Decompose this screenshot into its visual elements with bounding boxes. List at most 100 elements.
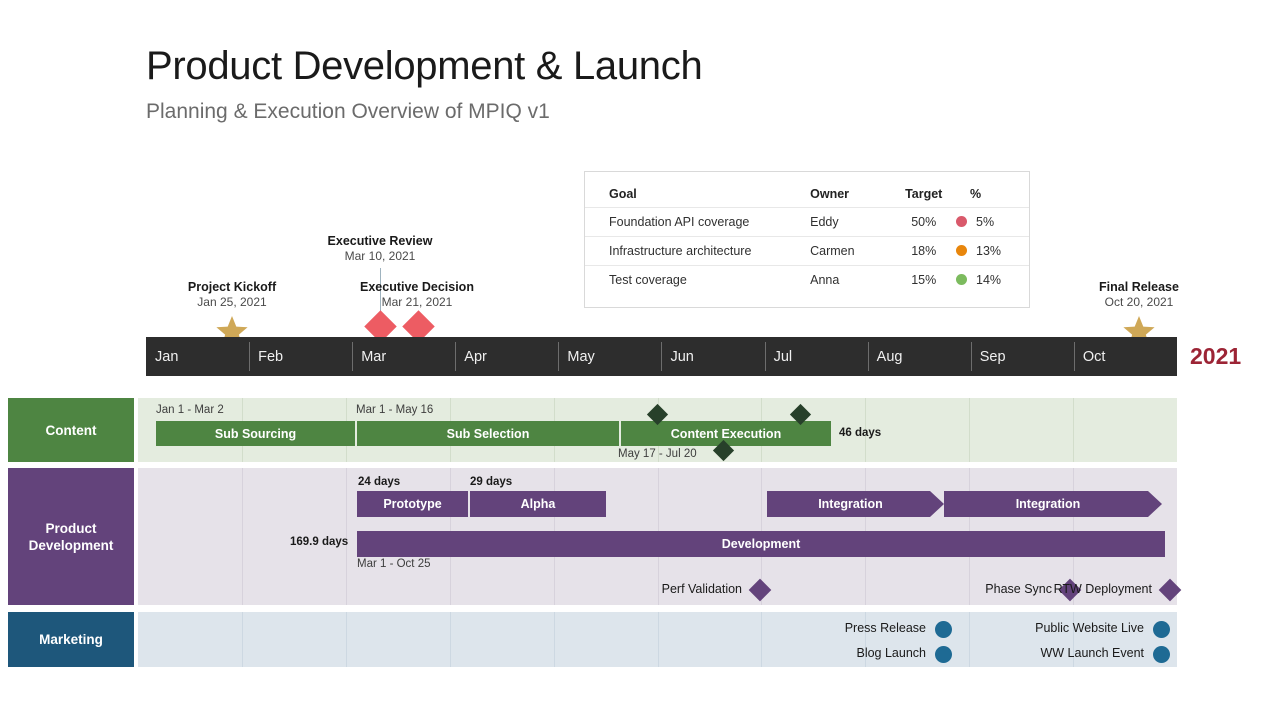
swimlane-label-marketing: Marketing [8,612,134,667]
bar-label: Sub Selection [447,427,530,441]
diamond-icon[interactable] [1159,579,1182,602]
milestone-title: Executive Decision [342,280,492,295]
marker-label: RTW Deployment [1054,582,1152,596]
milestone-date: Jan 25, 2021 [157,295,307,310]
bar-label: Content Execution [671,427,781,441]
axis-month-jun: Jun [661,337,764,376]
axis-month-may: May [558,337,661,376]
goal-cell-pct: 5% [976,215,994,229]
axis-month-oct: Oct [1074,337,1177,376]
marker-press-release[interactable]: Press Release [708,620,952,640]
goal-col-header-target: Target [891,183,956,208]
goal-col-header-goal: Goal [585,183,810,208]
goal-cell-pct-wrap: 14% [956,266,1029,295]
goal-table-row: Test coverage Anna 15% 14% [585,266,1029,295]
marker-rtw-deployment[interactable]: RTW Deployment [928,579,1178,601]
page-subtitle: Planning & Execution Overview of MPIQ v1 [146,100,550,124]
milestone-date: Oct 20, 2021 [1064,295,1214,310]
goal-cell-owner: Anna [810,266,891,295]
milestone-date: Mar 10, 2021 [305,249,455,264]
milestone-date: Mar 21, 2021 [342,295,492,310]
bar-note-sub-selection-dates: Mar 1 - May 16 [356,404,433,416]
circle-icon[interactable] [1153,646,1170,663]
bar-integration-1[interactable]: Integration [767,491,944,517]
swimlane-body-content: Jan 1 - Mar 2 Mar 1 - May 16 Sub Sourcin… [138,398,1177,462]
bar-prototype[interactable]: Prototype [357,491,468,517]
goal-cell-pct-wrap: 5% [956,208,1029,237]
marker-label: Perf Validation [662,582,742,596]
milestone-project-kickoff: Project Kickoff Jan 25, 2021 [157,280,307,310]
circle-icon[interactable] [1153,621,1170,638]
axis-month-jan: Jan [146,337,249,376]
timeline-month-axis: Jan Feb Mar Apr May Jun Jul Aug Sep Oct [146,337,1177,376]
swimlane-label-content: Content [8,398,134,462]
bar-label: Integration [1016,497,1081,511]
bar-label: Prototype [383,497,441,511]
diamond-icon[interactable] [749,579,772,602]
goal-cell-target: 50% [891,208,956,237]
goal-cell-owner: Eddy [810,208,891,237]
milestone-executive-decision: Executive Decision Mar 21, 2021 [342,280,492,310]
marker-perf-validation[interactable]: Perf Validation [528,579,768,601]
bar-integration-2[interactable]: Integration [944,491,1162,517]
marker-ww-launch-event[interactable]: WW Launch Event [928,645,1170,665]
milestone-title: Project Kickoff [157,280,307,295]
axis-month-feb: Feb [249,337,352,376]
timeline-year-label: 2021 [1190,343,1241,370]
goal-table-header-row: Goal Owner Target % [585,183,1029,208]
bar-label: Development [722,537,801,551]
swimlane-body-product-development: 24 days 29 days Prototype Alpha Integrat… [138,468,1177,605]
axis-month-jul: Jul [765,337,868,376]
goal-cell-target: 18% [891,237,956,266]
goal-cell-goal: Test coverage [585,266,810,295]
swimlane-label-line2: Development [29,537,114,554]
axis-month-apr: Apr [455,337,558,376]
goal-cell-goal: Infrastructure architecture [585,237,810,266]
goal-cell-goal: Foundation API coverage [585,208,810,237]
bar-sub-sourcing[interactable]: Sub Sourcing [156,421,355,446]
goal-cell-pct: 14% [976,273,1001,287]
goal-cell-pct-wrap: 13% [956,237,1029,266]
status-dot-icon [956,274,967,285]
bar-note-content-execution-duration: 46 days [839,427,881,439]
bar-note-prototype-duration: 24 days [358,476,400,488]
bar-label: Alpha [521,497,556,511]
bar-alpha[interactable]: Alpha [470,491,606,517]
goal-cell-target: 15% [891,266,956,295]
bar-note-sub-sourcing-dates: Jan 1 - Mar 2 [156,404,224,416]
gantt-slide: Product Development & Launch Planning & … [0,0,1280,720]
milestone-executive-review: Executive Review Mar 10, 2021 [305,234,455,264]
status-dot-icon [956,245,967,256]
goal-cell-pct: 13% [976,244,1001,258]
milestone-title: Executive Review [305,234,455,249]
marker-blog-launch[interactable]: Blog Launch [708,645,952,665]
bar-note-development-dates: Mar 1 - Oct 25 [357,558,431,570]
swimlane-product-development: Product Development 24 days 29 days Prot… [8,468,1177,605]
axis-month-mar: Mar [352,337,455,376]
goal-table-row: Infrastructure architecture Carmen 18% 1… [585,237,1029,266]
goal-table-row: Foundation API coverage Eddy 50% 5% [585,208,1029,237]
milestone-title: Final Release [1064,280,1214,295]
goal-col-header-pct: % [956,183,1029,208]
goal-cell-owner: Carmen [810,237,891,266]
bar-note-alpha-duration: 29 days [470,476,512,488]
goal-summary-card: Goal Owner Target % Foundation API cover… [584,171,1030,308]
marker-label: Blog Launch [856,646,926,660]
bar-label: Integration [818,497,883,511]
bar-sub-selection[interactable]: Sub Selection [357,421,619,446]
marker-label: WW Launch Event [1040,646,1144,660]
swimlane-label-product-development: Product Development [8,468,134,605]
swimlane-body-marketing: Press Release Blog Launch Public Website… [138,612,1177,667]
marker-label: Press Release [845,621,926,635]
page-title: Product Development & Launch [146,44,702,89]
bar-label: Sub Sourcing [215,427,296,441]
axis-month-sep: Sep [971,337,1074,376]
bar-note-development-duration: 169.9 days [290,536,348,548]
bar-development[interactable]: Development [357,531,1165,557]
goal-table: Goal Owner Target % Foundation API cover… [585,183,1029,294]
marker-public-website-live[interactable]: Public Website Live [928,620,1170,640]
bar-note-content-execution-dates: May 17 - Jul 20 [618,448,697,460]
status-dot-icon [956,216,967,227]
marker-label: Public Website Live [1035,621,1144,635]
swimlane-label-line1: Product [29,520,114,537]
